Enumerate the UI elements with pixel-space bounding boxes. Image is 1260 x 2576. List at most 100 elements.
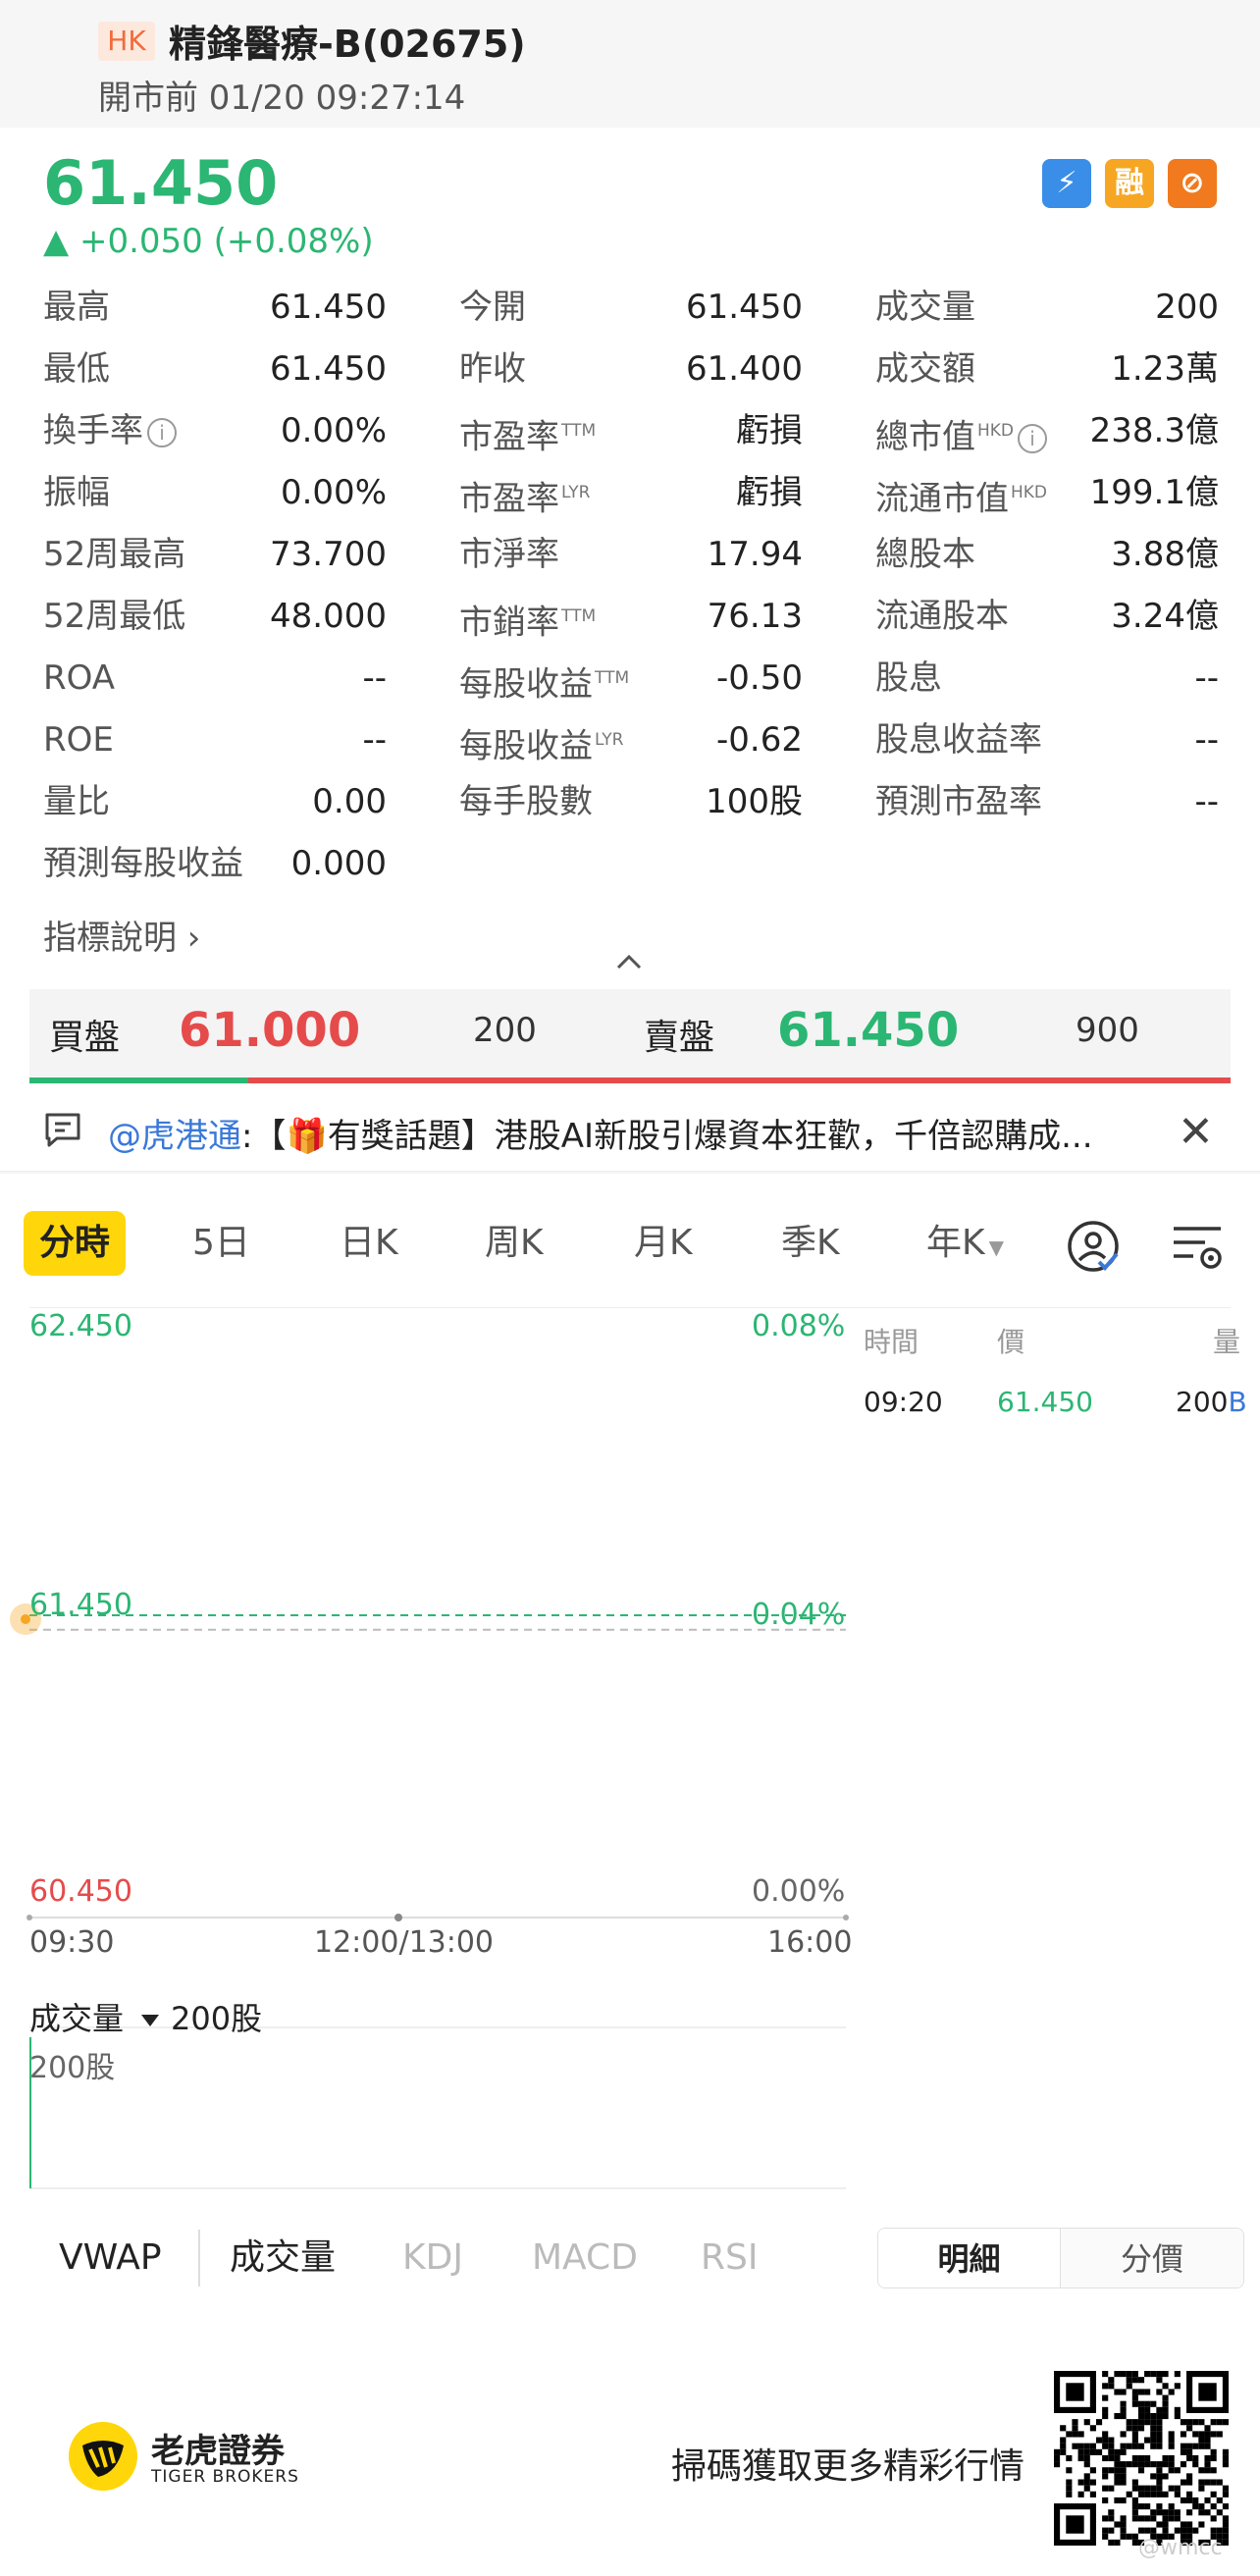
x-axis-dot — [394, 1914, 402, 1921]
stat-item: 52周最低 48.000 — [43, 592, 387, 654]
toggle-detail[interactable]: 明細 — [878, 2229, 1061, 2287]
tab-quarterly-k[interactable]: 季K — [781, 1211, 840, 1276]
tick-volume: 200B — [1176, 1386, 1247, 1418]
stat-label-text: 市淨率 — [459, 535, 559, 574]
bid-ratio-fill — [29, 1078, 248, 1083]
ask-price: 61.450 — [777, 1003, 960, 1058]
stat-label: 成交額 — [875, 344, 975, 394]
stat-label-text: 昨收 — [459, 349, 526, 389]
message-icon — [45, 1113, 80, 1147]
stat-value: 0.00 — [312, 782, 387, 821]
stat-label: 每股收益 LYR — [459, 715, 623, 770]
stat-label: 最低 — [43, 344, 110, 394]
stat-value: 3.88億 — [1111, 535, 1219, 574]
stat-label-text: 預測市盈率 — [875, 782, 1042, 821]
tab-intraday[interactable]: 分時 — [24, 1211, 127, 1276]
no-short-icon[interactable]: ⊘ — [1168, 159, 1217, 208]
stat-item: 股息 -- — [875, 654, 1219, 715]
stat-label-text: 今開 — [459, 288, 526, 327]
stat-item: 成交額 1.23萬 — [875, 344, 1219, 406]
stat-item: ROE -- — [43, 715, 387, 777]
news-mention[interactable]: @虎港通 — [108, 1117, 241, 1156]
stat-label-text: 每股收益 — [459, 726, 593, 766]
tick-time: 09:20 — [864, 1386, 943, 1418]
stats-row: 預測每股收益 0.000 — [43, 839, 1217, 901]
news-text[interactable]: @虎港通:【🎁有獎話題】港股AI新股引爆資本狂歡，千倍認購成... — [108, 1109, 1138, 1157]
indicator-explanation-link[interactable]: 指標說明 › — [43, 911, 200, 959]
ticks-header-volume: 量 — [1213, 1326, 1241, 1358]
indicator-kdj[interactable]: KDJ — [402, 2226, 463, 2290]
stat-value: -- — [1194, 720, 1219, 760]
tab-daily-k[interactable]: 日K — [340, 1211, 398, 1276]
x-axis-lunch: 12:00/13:00 — [314, 1925, 495, 1960]
stat-item: 市銷率 TTM 76.13 — [459, 592, 803, 654]
page: HK 精鋒醫療-B(02675) 開市前 01/20 09:27:14 61.4… — [0, 0, 1260, 2576]
stat-value: 61.400 — [686, 349, 803, 389]
stat-item: 市淨率 17.94 — [459, 530, 803, 592]
intraday-chart[interactable] — [0, 1305, 854, 2218]
indicator-volume[interactable]: 成交量 — [230, 2226, 336, 2290]
volume-title-value: 200股 — [171, 2000, 263, 2037]
stat-item: 市盈率 LYR 虧損 — [459, 468, 803, 530]
tick-price: 61.450 — [997, 1386, 1093, 1418]
tab-monthly-k[interactable]: 月K — [634, 1211, 693, 1276]
stock-badges: ⚡ 融 ⊘ — [1042, 159, 1217, 208]
stat-label: 52周最低 — [43, 592, 185, 641]
stat-item: 預測市盈率 -- — [875, 777, 1219, 839]
ask-label: 賣盤 — [644, 1018, 715, 1058]
stat-item: 流通市值 HKD 199.1億 — [875, 468, 1219, 530]
detail-toggle: 明細 分價 — [877, 2228, 1244, 2288]
margin-icon[interactable]: 融 — [1105, 159, 1154, 208]
x-axis-open: 09:30 — [29, 1925, 115, 1960]
brand-name-cn: 老虎證券 — [151, 2432, 285, 2471]
x-axis-dot — [26, 1915, 32, 1920]
stats-row: 最高 61.450 今開 61.450 成交量 200 — [43, 283, 1219, 344]
indicator-vwap[interactable]: VWAP — [59, 2226, 162, 2290]
y-axis-left-top: 62.450 — [29, 1309, 132, 1343]
news-headline: :【🎁有獎話題】港股AI新股引爆資本狂歡，千倍認購成... — [241, 1117, 1093, 1156]
stat-label: 52周最高 — [43, 530, 185, 579]
stat-label-text: 市盈率 — [459, 417, 559, 457]
stat-value: -0.62 — [716, 720, 803, 760]
qr-code-icon[interactable] — [1054, 2371, 1229, 2546]
bid-volume: 200 — [473, 1011, 537, 1050]
ticks-header-price: 價 — [997, 1326, 1025, 1358]
stat-label-text: 成交量 — [875, 288, 975, 327]
y-axis-right-bottom: 0.00% — [752, 1874, 846, 1909]
close-icon[interactable]: ✕ — [1178, 1107, 1214, 1157]
indicator-tabs: VWAP 成交量 KDJ MACD RSI — [0, 2226, 864, 2290]
stat-value: -- — [362, 658, 387, 698]
chart-settings-icon[interactable] — [1170, 1219, 1225, 1274]
collapse-caret-icon[interactable] — [614, 950, 644, 973]
price-change: ▲ +0.050 (+0.08%) — [43, 222, 374, 261]
info-icon[interactable]: i — [1018, 423, 1048, 453]
indicator-rsi[interactable]: RSI — [701, 2226, 758, 2290]
indicator-macd[interactable]: MACD — [532, 2226, 638, 2290]
stat-label-text: 股息 — [875, 658, 942, 698]
info-icon[interactable]: i — [147, 417, 177, 447]
stat-value: 199.1億 — [1089, 473, 1219, 512]
stat-value: 1.23萬 — [1111, 349, 1219, 389]
lightning-icon[interactable]: ⚡ — [1042, 159, 1091, 208]
toggle-price-level[interactable]: 分價 — [1061, 2229, 1243, 2287]
stat-label-sup: LYR — [595, 730, 624, 750]
market-status: 開市前 01/20 09:27:14 — [98, 79, 466, 118]
stat-label: ROE — [43, 715, 114, 764]
stat-value: 0.00% — [280, 411, 387, 450]
tab-weekly-k[interactable]: 周K — [485, 1211, 544, 1276]
ticks-header-time: 時間 — [864, 1326, 919, 1358]
volume-title[interactable]: 成交量 200股 — [29, 1994, 262, 2039]
volume-title-label: 成交量 — [29, 2000, 125, 2037]
stat-value: -- — [1194, 658, 1219, 698]
user-check-icon[interactable] — [1066, 1219, 1121, 1274]
stat-label: 股息 — [875, 654, 942, 703]
stat-label: 市盈率 LYR — [459, 468, 590, 523]
stat-label-text: 市盈率 — [459, 479, 559, 519]
tab-5day[interactable]: 5日 — [192, 1211, 250, 1276]
stat-value: 238.3億 — [1089, 411, 1219, 450]
tab-yearly-k[interactable]: 年K ▼ — [926, 1211, 1004, 1276]
news-ticker[interactable]: @虎港通:【🎁有獎話題】港股AI新股引爆資本狂歡，千倍認購成... ✕ — [0, 1089, 1260, 1172]
bid-label: 買盤 — [49, 1018, 121, 1058]
stat-item: 今開 61.450 — [459, 283, 803, 344]
stat-label-text: 股息收益率 — [875, 720, 1042, 760]
